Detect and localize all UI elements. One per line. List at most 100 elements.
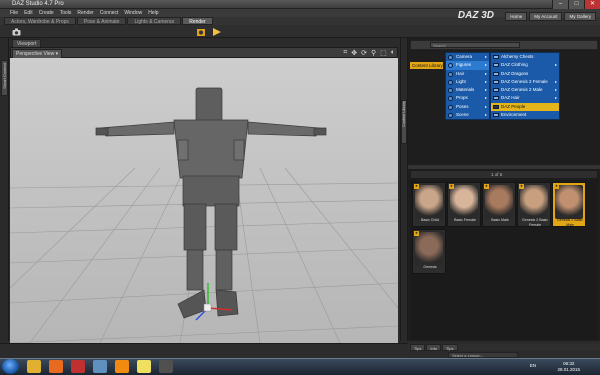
camera-icon[interactable] — [12, 28, 21, 36]
subcategory-item[interactable]: DAZ Hair ▸ — [491, 94, 559, 102]
render-icon[interactable] — [212, 27, 222, 37]
category-icon — [448, 104, 453, 110]
system-clock[interactable]: 06:32 28.01.2015 — [557, 361, 580, 373]
taskbar-media-icon[interactable] — [71, 360, 85, 373]
close-button[interactable]: ✕ — [584, 0, 600, 9]
window-titlebar: DAZ Studio 4.7 Pro – □ ✕ — [0, 0, 600, 9]
thumbnail-genesis-2-female[interactable]: ★ Genesis 2 Basic Female — [517, 182, 551, 227]
tab-pose-animate[interactable]: Pose & Animate — [76, 17, 127, 25]
smart-content-tab[interactable]: Smart Content — [1, 60, 8, 96]
thumbnail-basic-child[interactable]: ★ Basic Child — [412, 182, 446, 227]
thumbnail-genesis-2-male[interactable]: ★ Genesis 2 Basic Male — [552, 182, 586, 227]
library-tag[interactable]: Content Library — [410, 62, 443, 69]
subcategory-column: Alchemy Chests DAZ Clothing ▸ DAZ Dragons… — [490, 52, 560, 120]
category-icon — [448, 88, 453, 94]
tray-language[interactable]: EN — [530, 363, 536, 368]
category-hair[interactable]: Hair ▸ — [446, 70, 489, 78]
maximize-view-icon[interactable]: ⬚ — [380, 49, 387, 57]
viewport-toolbar — [10, 47, 398, 58]
pan-icon[interactable]: ✥ — [351, 49, 357, 57]
menu-window[interactable]: Window — [124, 10, 142, 16]
tab-actors-wardrobe-props[interactable]: Actors, Wardrobe & Props — [4, 17, 76, 25]
tab-tips[interactable]: Tips — [410, 344, 426, 351]
folder-icon — [493, 96, 499, 101]
timeline-strip — [0, 343, 408, 358]
panel-splitter[interactable] — [408, 165, 600, 169]
display-mode-icon[interactable]: ◐ — [391, 49, 395, 57]
menu-render[interactable]: Render — [77, 10, 93, 16]
frame-icon[interactable]: ⌗ — [343, 49, 347, 57]
category-poses[interactable]: Poses ▸ — [446, 103, 489, 111]
new-badge-icon: ★ — [484, 184, 489, 189]
figure-preview — [555, 185, 583, 219]
window-title: DAZ Studio 4.7 Pro — [12, 1, 64, 7]
orbit-icon[interactable]: ⟳ — [361, 49, 367, 57]
taskbar-files-icon[interactable] — [93, 360, 107, 373]
mid-dock — [400, 38, 408, 341]
page-indicator: 1 of 6 — [491, 172, 503, 177]
taskbar-daz-icon[interactable] — [159, 360, 173, 373]
account-buttons: Home My Account My Gallery — [505, 12, 596, 21]
subcategory-item[interactable]: DAZ Dragons — [491, 70, 559, 78]
category-scene[interactable]: Scene ▸ — [446, 111, 489, 119]
library-search-input[interactable]: Search — [430, 42, 520, 48]
taskbar-explorer-icon[interactable] — [27, 360, 41, 373]
taskbar-firefox-icon[interactable] — [49, 360, 63, 373]
render-settings-icon[interactable] — [196, 27, 206, 37]
folder-icon — [493, 71, 499, 76]
panel-bottom-tabs: Tips Info Tips — [408, 344, 600, 351]
tab-render[interactable]: Render — [182, 17, 213, 25]
content-thumbnails: ★ Basic Child ★ Basic Female ★ Basic Mal… — [410, 180, 598, 340]
subcategory-item[interactable]: DAZ Genesis 2 Male ▸ — [491, 86, 559, 94]
subcategory-item[interactable]: Environment — [491, 111, 559, 119]
taskbar-vlc-icon[interactable] — [115, 360, 129, 373]
figure-preview — [415, 232, 443, 266]
content-library-tab[interactable]: Content Library — [401, 100, 407, 144]
subcategory-item[interactable]: DAZ Clothing ▸ — [491, 61, 559, 69]
tab-lights-cameras[interactable]: Lights & Cameras — [127, 17, 182, 25]
windows-taskbar — [0, 358, 600, 375]
category-camera[interactable]: Camera ▸ — [446, 53, 489, 61]
3d-viewport[interactable] — [10, 58, 398, 343]
thumbnail-genesis[interactable]: ★ Genesis — [412, 229, 446, 274]
my-gallery-button[interactable]: My Gallery — [564, 12, 596, 21]
category-light[interactable]: Light ▸ — [446, 78, 489, 86]
tab-tips-2[interactable]: Tips — [442, 344, 458, 351]
category-icon — [448, 79, 453, 85]
taskbar-notes-icon[interactable] — [137, 360, 151, 373]
menu-create[interactable]: Create — [39, 10, 54, 16]
folder-icon — [493, 55, 499, 59]
category-icon — [448, 71, 453, 77]
minimize-button[interactable]: – — [552, 0, 568, 9]
menu-help[interactable]: Help — [148, 10, 158, 16]
new-badge-icon: ★ — [414, 184, 419, 189]
maximize-button[interactable]: □ — [568, 0, 584, 9]
menu-tools[interactable]: Tools — [60, 10, 72, 16]
category-icon — [448, 113, 453, 119]
category-figures[interactable]: Figures ▸ — [446, 61, 489, 70]
category-materials[interactable]: Materials ▸ — [446, 86, 489, 94]
folder-icon — [493, 88, 499, 93]
viewport-scene — [10, 58, 398, 343]
thumbnail-basic-male[interactable]: ★ Basic Male — [482, 182, 516, 227]
category-icon — [448, 63, 453, 69]
home-button[interactable]: Home — [505, 12, 528, 21]
start-button-icon[interactable] — [2, 359, 19, 374]
subcategory-item[interactable]: DAZ Genesis 2 Female ▸ — [491, 78, 559, 86]
zoom-icon[interactable]: ⚲ — [371, 49, 376, 57]
subcategory-daz-people[interactable]: DAZ People — [491, 102, 559, 112]
my-account-button[interactable]: My Account — [529, 12, 563, 21]
clock-date: 28.01.2015 — [557, 367, 580, 372]
category-icon — [448, 55, 453, 60]
menu-connect[interactable]: Connect — [100, 10, 119, 16]
tab-info[interactable]: Info — [426, 344, 442, 351]
menu-edit[interactable]: Edit — [24, 10, 33, 16]
window-controls: – □ ✕ — [552, 0, 600, 9]
thumbnail-basic-female[interactable]: ★ Basic Female — [447, 182, 481, 227]
category-props[interactable]: Props ▸ — [446, 94, 489, 102]
new-badge-icon: ★ — [414, 231, 419, 236]
daz-logo: DAZ 3D — [457, 10, 494, 21]
subcategory-item[interactable]: Alchemy Chests — [491, 53, 559, 61]
menu-file[interactable]: File — [10, 10, 18, 16]
folder-icon — [493, 113, 499, 118]
